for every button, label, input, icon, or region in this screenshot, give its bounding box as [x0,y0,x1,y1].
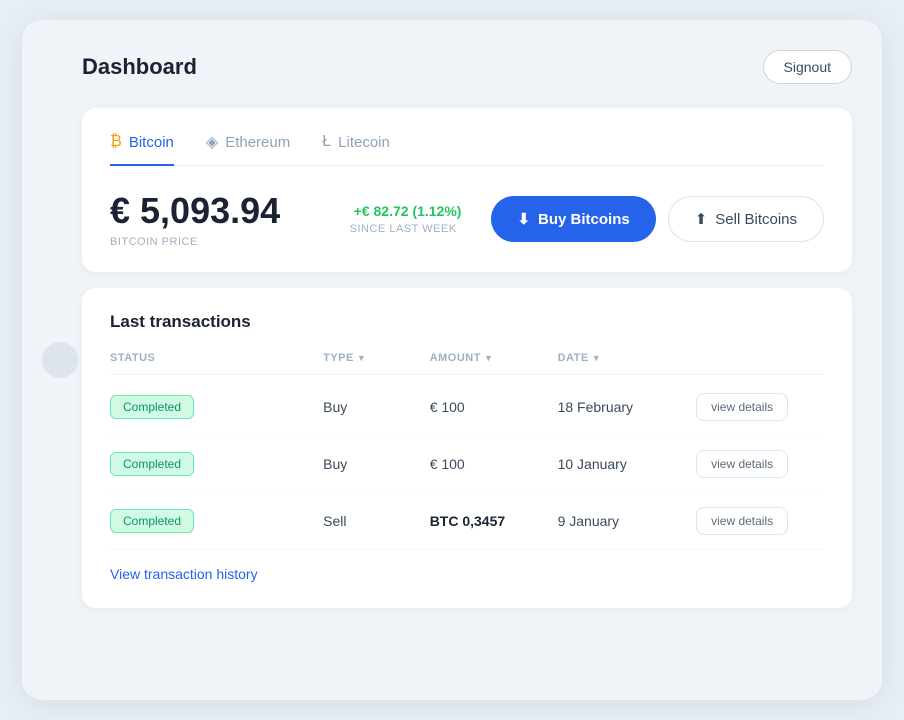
row2-type: Buy [323,456,430,472]
table-row: Completed Buy € 100 18 February view det… [110,379,824,436]
row3-action: view details [696,507,824,535]
buy-button[interactable]: ⬇ Buy Bitcoins [491,196,655,242]
row3-amount: BTC 0,3457 [430,513,558,529]
signout-button[interactable]: Signout [763,50,852,84]
litecoin-icon: Ł [322,133,331,151]
row1-action: view details [696,393,824,421]
download-icon: ⬇ [517,210,530,228]
tab-litecoin-label: Litecoin [338,134,390,151]
price-label: BITCOIN PRICE [110,236,310,248]
price-block: € 5,093.94 BITCOIN PRICE [110,190,310,248]
upload-icon: ⬆ [695,210,708,228]
ethereum-icon: ◈ [206,132,218,152]
currency-tabs: ₿ Bitcoin ◈ Ethereum Ł Litecoin [110,132,824,166]
row3-type: Sell [323,513,430,529]
view-details-button[interactable]: view details [696,393,788,421]
tab-bitcoin-label: Bitcoin [129,134,174,151]
main-container: Dashboard Signout ₿ Bitcoin ◈ Ethereum Ł… [22,20,882,700]
row1-type: Buy [323,399,430,415]
sell-label: Sell Bitcoins [715,211,797,228]
price-change-block: +€ 82.72 (1.12%) SINCE LAST WEEK [350,203,462,235]
row1-amount: € 100 [430,399,558,415]
view-history-link[interactable]: View transaction history [110,566,258,582]
status-badge: Completed [110,395,194,419]
table-row: Completed Sell BTC 0,3457 9 January view… [110,493,824,550]
transactions-title: Last transactions [110,312,824,332]
row3-status: Completed [110,509,323,533]
tab-ethereum-label: Ethereum [225,134,290,151]
row2-date: 10 January [558,456,697,472]
price-change-label: SINCE LAST WEEK [350,223,462,235]
tab-litecoin[interactable]: Ł Litecoin [322,132,390,166]
action-buttons: ⬇ Buy Bitcoins ⬆ Sell Bitcoins [491,196,824,242]
status-badge: Completed [110,452,194,476]
transactions-card: Last transactions STATUS TYPE ▼ AMOUNT ▼… [82,288,852,608]
row1-status: Completed [110,395,323,419]
col-date[interactable]: DATE ▼ [558,352,697,364]
row2-action: view details [696,450,824,478]
col-amount[interactable]: AMOUNT ▼ [430,352,558,364]
amount-sort-icon: ▼ [484,353,493,363]
view-details-button[interactable]: view details [696,450,788,478]
price-change: +€ 82.72 (1.12%) [354,203,462,219]
buy-label: Buy Bitcoins [538,211,630,228]
view-details-button[interactable]: view details [696,507,788,535]
col-action [696,352,824,364]
row2-amount: € 100 [430,456,558,472]
status-badge: Completed [110,509,194,533]
bitcoin-icon: ₿ [110,133,122,151]
type-sort-icon: ▼ [357,353,366,363]
tab-ethereum[interactable]: ◈ Ethereum [206,132,290,166]
price-value: € 5,093.94 [110,190,310,232]
sidebar-handle[interactable] [42,342,78,378]
col-status: STATUS [110,352,323,364]
row1-date: 18 February [558,399,697,415]
tab-bitcoin[interactable]: ₿ Bitcoin [110,132,174,166]
date-sort-icon: ▼ [592,353,601,363]
table-header: STATUS TYPE ▼ AMOUNT ▼ DATE ▼ [110,352,824,375]
table-row: Completed Buy € 100 10 January view deta… [110,436,824,493]
row3-date: 9 January [558,513,697,529]
header: Dashboard Signout [82,50,852,84]
sell-button[interactable]: ⬆ Sell Bitcoins [668,196,824,242]
row2-status: Completed [110,452,323,476]
page-title: Dashboard [82,54,197,80]
price-section: € 5,093.94 BITCOIN PRICE +€ 82.72 (1.12%… [110,190,824,248]
col-type[interactable]: TYPE ▼ [323,352,430,364]
price-card: ₿ Bitcoin ◈ Ethereum Ł Litecoin € 5,093.… [82,108,852,272]
